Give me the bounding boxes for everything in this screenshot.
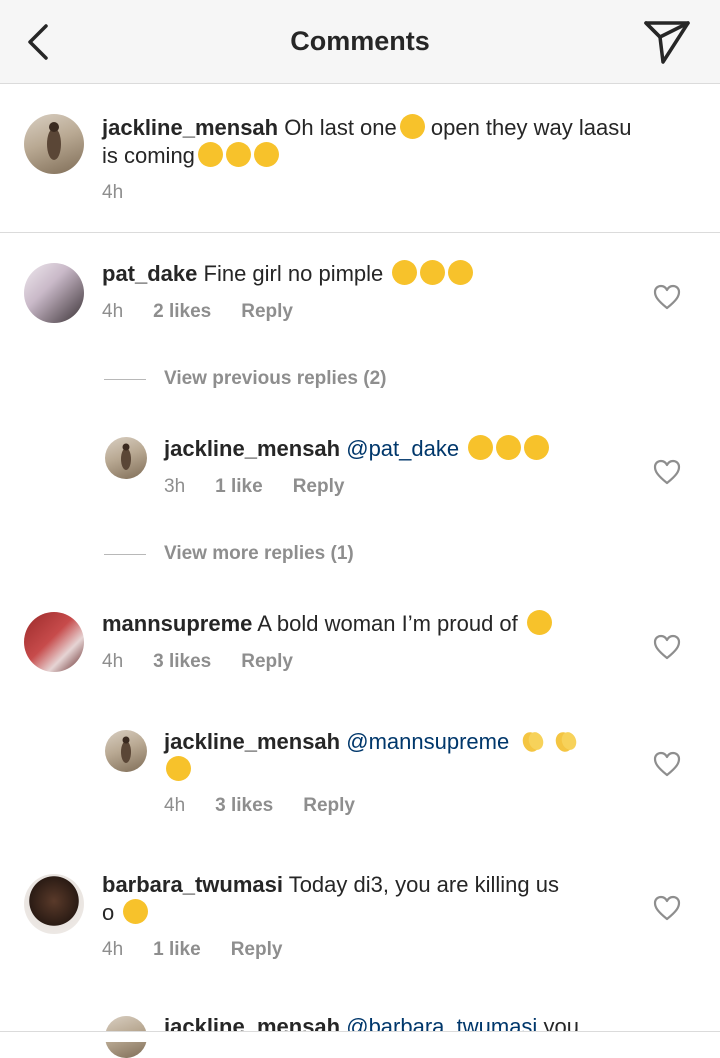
comment-username[interactable]: pat_dake (102, 261, 197, 286)
mention-link[interactable]: @mannsupreme (346, 729, 509, 754)
reply-text: jackline_mensah @pat_dake (164, 435, 644, 463)
comment-username[interactable]: barbara_twumasi (102, 872, 283, 897)
paper-plane-icon (644, 21, 690, 64)
likes-count[interactable]: 2 likes (153, 301, 211, 322)
comment-meta: 4h 3 likes Reply (102, 651, 323, 673)
comment-body: Today di3, you are killing us (288, 872, 559, 897)
laughing-face-icon (468, 435, 494, 460)
caption-meta: 4h (102, 182, 153, 204)
comment-body: A bold woman I’m proud of (257, 611, 518, 636)
reply-text: jackline_mensah @mannsupreme (164, 727, 624, 784)
likes-count[interactable]: 3 likes (215, 795, 273, 816)
timestamp: 4h (102, 939, 124, 960)
reply-meta: 4h 3 likes Reply (164, 795, 385, 817)
comment-text: barbara_twumasi Today di3, you are killi… (102, 871, 632, 927)
comment-meta: 4h 2 likes Reply (102, 301, 323, 323)
heart-eyes-icon (123, 899, 149, 924)
laughing-face-icon (524, 435, 550, 460)
heart-eyes-icon (420, 260, 446, 285)
mention-link[interactable]: @pat_dake (346, 436, 459, 461)
view-previous-replies-button[interactable]: View previous replies (2) (164, 368, 386, 390)
likes-count[interactable]: 3 likes (153, 651, 211, 672)
like-button[interactable] (653, 751, 681, 777)
caption-text-part-3: is coming (102, 143, 195, 168)
page-title: Comments (290, 26, 430, 56)
crazy-face-icon (399, 114, 425, 139)
clapping-hands-icon (518, 727, 548, 752)
caption-text-part-2: open they way laasu (430, 115, 632, 140)
reply-button[interactable]: Reply (241, 301, 293, 322)
likes-count[interactable]: 1 like (153, 939, 201, 960)
header-bar: Comments (0, 0, 720, 84)
avatar[interactable] (24, 612, 84, 672)
heart-eyes-icon (448, 260, 474, 285)
avatar[interactable] (24, 263, 84, 323)
reply-username[interactable]: jackline_mensah (164, 436, 340, 461)
view-more-replies-button[interactable]: View more replies (1) (164, 543, 354, 565)
avatar[interactable] (105, 730, 147, 772)
caption-text: jackline_mensah Oh last one open they wa… (102, 114, 682, 170)
share-button[interactable] (642, 18, 692, 66)
comment-text: mannsupreme A bold woman I’m proud of (102, 610, 642, 638)
kissing-face-icon (526, 610, 552, 635)
reply-button[interactable]: Reply (231, 939, 283, 960)
avatar[interactable] (24, 114, 84, 174)
like-button[interactable] (653, 895, 681, 921)
timestamp: 4h (102, 301, 124, 322)
comment-body: Fine girl no pimple (203, 261, 384, 286)
heart-outline-icon (653, 284, 681, 310)
laughing-face-icon (253, 142, 279, 167)
like-button[interactable] (653, 284, 681, 310)
timestamp: 4h (164, 795, 186, 816)
caption-text-part-1: Oh last one (284, 115, 397, 140)
clapping-hands-icon (551, 727, 581, 752)
laughing-face-icon (496, 435, 522, 460)
avatar[interactable] (105, 437, 147, 479)
likes-count[interactable]: 1 like (215, 476, 263, 497)
comment-text: pat_dake Fine girl no pimple (102, 260, 642, 288)
reply-button[interactable]: Reply (293, 476, 345, 497)
timestamp: 4h (102, 651, 124, 672)
reply-username[interactable]: jackline_mensah (164, 729, 340, 754)
laughing-face-icon (225, 142, 251, 167)
comment-meta: 4h 1 like Reply (102, 939, 312, 961)
heart-eyes-icon (166, 756, 191, 781)
caption-username[interactable]: jackline_mensah (102, 115, 278, 140)
comment-username[interactable]: mannsupreme (102, 611, 252, 636)
like-button[interactable] (653, 634, 681, 660)
reply-meta: 3h 1 like Reply (164, 476, 374, 498)
like-button[interactable] (653, 459, 681, 485)
comment-body-cont: o (102, 900, 115, 925)
divider (104, 554, 146, 555)
bottom-mask (0, 1032, 720, 1042)
heart-outline-icon (653, 751, 681, 777)
timestamp: 4h (102, 182, 124, 203)
timestamp: 3h (164, 476, 186, 497)
post-caption: jackline_mensah Oh last one open they wa… (0, 84, 720, 233)
heart-outline-icon (653, 895, 681, 921)
heart-eyes-icon (392, 260, 418, 285)
laughing-face-icon (197, 142, 223, 167)
reply-button[interactable]: Reply (241, 651, 293, 672)
divider (104, 379, 146, 380)
heart-outline-icon (653, 634, 681, 660)
reply-button[interactable]: Reply (303, 795, 355, 816)
avatar[interactable] (24, 874, 84, 934)
heart-outline-icon (653, 459, 681, 485)
